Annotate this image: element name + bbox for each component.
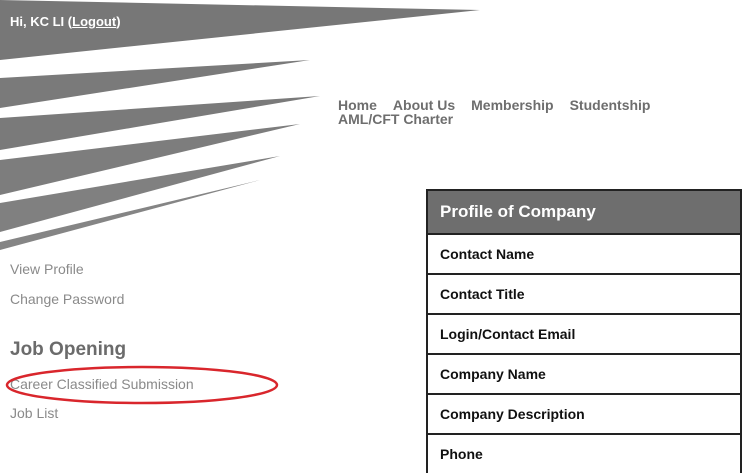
user-greeting: Hi, KC LI (Logout) [10, 14, 121, 29]
company-profile-table: Profile of Company Contact Name Contact … [426, 189, 742, 473]
logout-paren-close: ) [116, 14, 121, 29]
view-profile-link[interactable]: View Profile [10, 261, 84, 277]
nav-item-membership[interactable]: Membership [471, 98, 553, 112]
profile-row-contact-title: Contact Title [428, 275, 740, 315]
highlight-circle-annotation [5, 365, 279, 405]
job-list-link[interactable]: Job List [10, 405, 58, 421]
nav-item-studentship[interactable]: Studentship [570, 98, 651, 112]
greeting-text: Hi, KC LI [10, 14, 65, 29]
nav-item-home[interactable]: Home [338, 98, 377, 112]
profile-row-company-name: Company Name [428, 355, 740, 395]
profile-row-login-email: Login/Contact Email [428, 315, 740, 355]
profile-row-company-description: Company Description [428, 395, 740, 435]
profile-row-contact-name: Contact Name [428, 235, 740, 275]
job-opening-heading: Job Opening [10, 339, 127, 360]
main-nav: Home About Us Membership Studentship AML… [338, 98, 747, 126]
nav-item-aml-cft-charter[interactable]: AML/CFT Charter [338, 112, 453, 126]
nav-item-about-us[interactable]: About Us [393, 98, 455, 112]
logout-link[interactable]: Logout [72, 14, 116, 29]
change-password-link[interactable]: Change Password [10, 291, 124, 307]
profile-table-title: Profile of Company [428, 191, 740, 235]
profile-row-phone: Phone [440, 446, 483, 462]
